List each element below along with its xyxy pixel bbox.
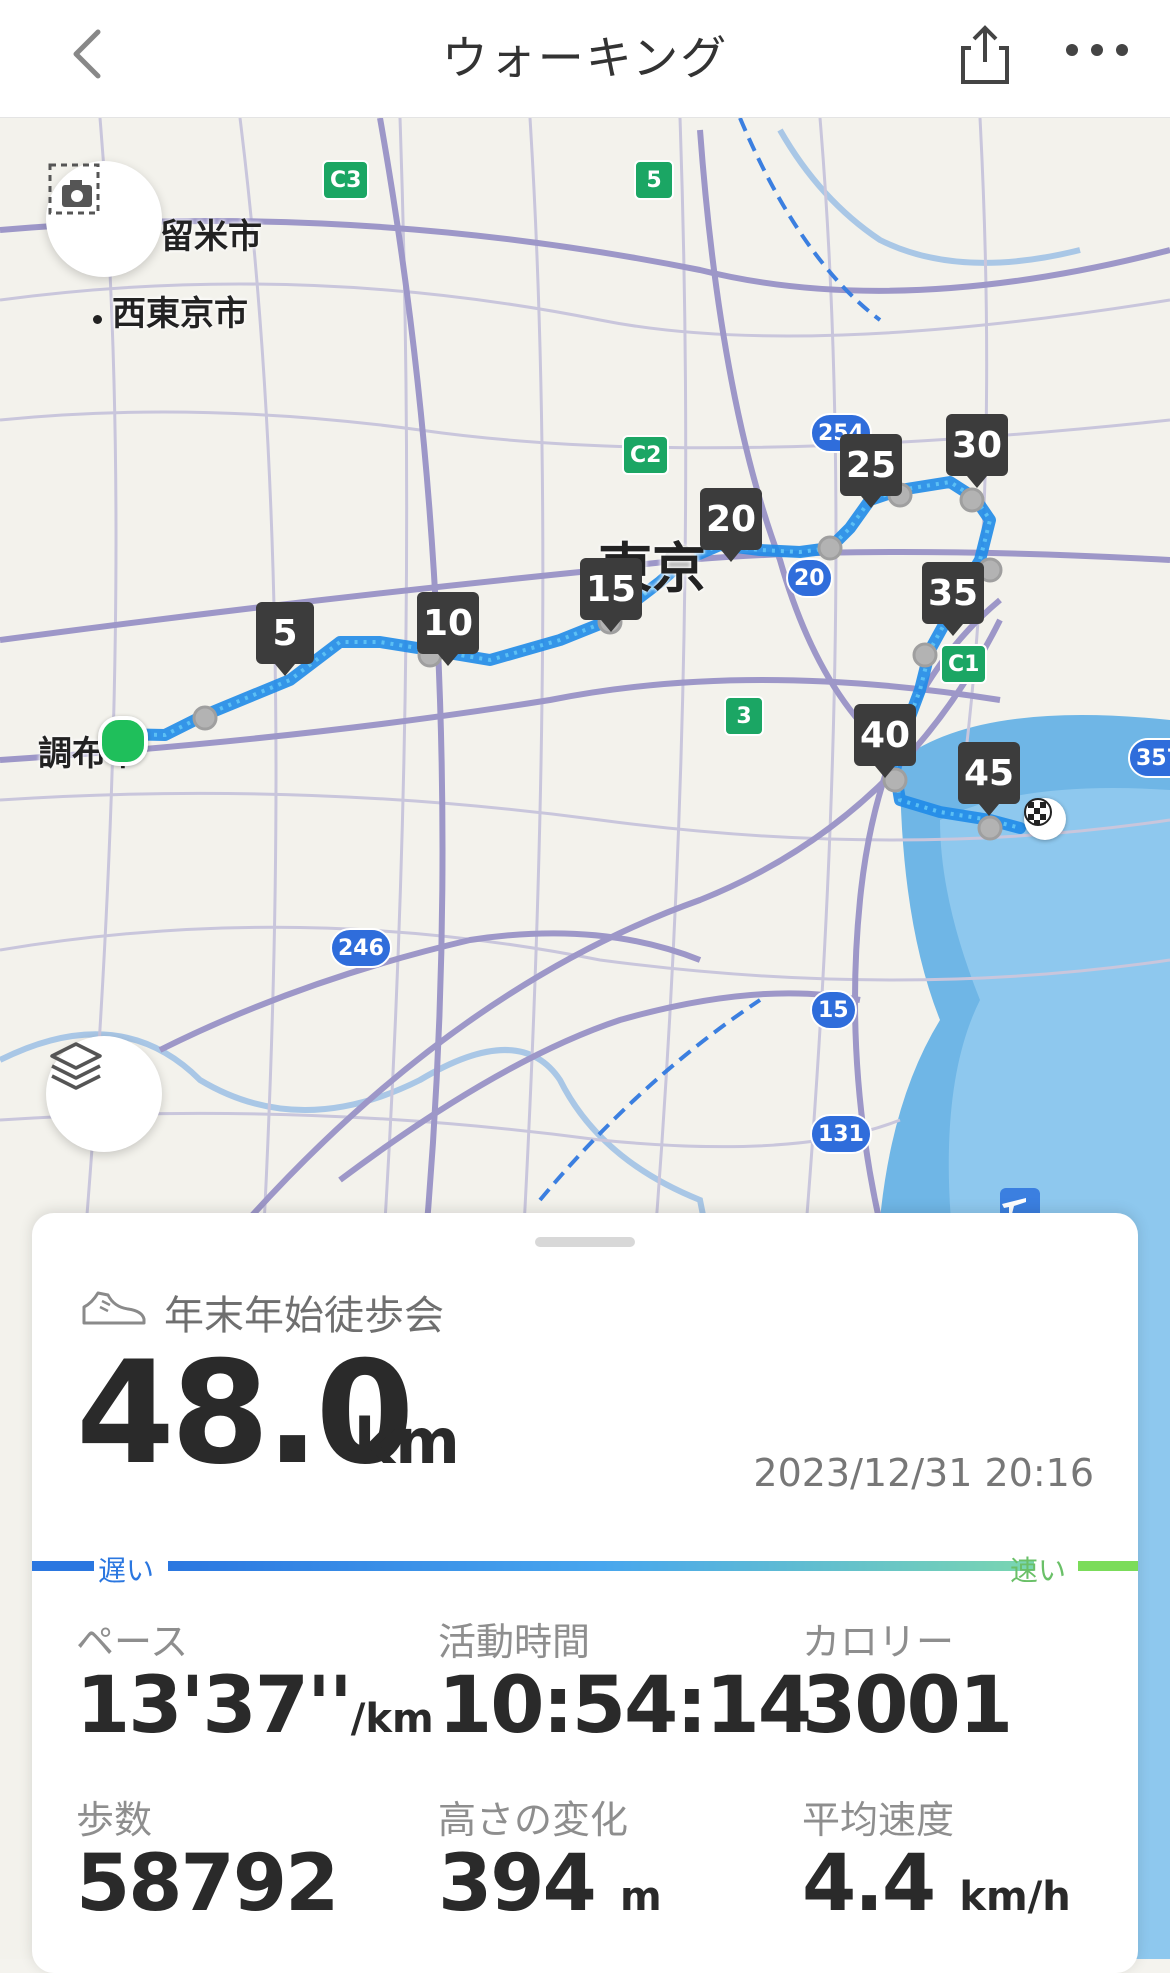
- elevation-value: 394: [438, 1839, 597, 1929]
- road-badge: 3: [724, 696, 764, 736]
- road-badge: 5: [634, 160, 674, 200]
- stat-label: 歩数: [76, 1798, 153, 1842]
- finish-marker[interactable]: [1024, 798, 1066, 840]
- place-label-nishitokyo: 西東京市: [112, 294, 248, 334]
- stat-pace: ペース 13'37''/km: [76, 1611, 434, 1748]
- road-badge: 357: [1128, 738, 1170, 778]
- stat-value: 4.4 km/h: [802, 1843, 1071, 1926]
- screenshot-button[interactable]: [46, 161, 162, 277]
- activity-summary-sheet[interactable]: 年末年始徒歩会 48.0 km 2023/12/31 20:16 遅い 速い ペ…: [32, 1213, 1138, 1973]
- avg-speed-unit: km/h: [959, 1874, 1071, 1920]
- activity-datetime: 2023/12/31 20:16: [753, 1451, 1094, 1495]
- map-layers-button[interactable]: [46, 1036, 162, 1152]
- sheet-drag-handle[interactable]: [535, 1237, 635, 1247]
- road-badge: 246: [330, 928, 392, 968]
- pace-legend-fast-label: 速い: [1010, 1554, 1067, 1587]
- stat-elevation: 高さの変化 394 m: [438, 1789, 662, 1926]
- distance-unit: km: [354, 1405, 460, 1478]
- km-marker-flag[interactable]: 10: [417, 592, 480, 666]
- km-marker-pointer: [275, 664, 295, 676]
- km-marker-flag[interactable]: 15: [580, 558, 643, 632]
- stat-label: 活動時間: [438, 1620, 591, 1664]
- stat-label: ペース: [76, 1620, 189, 1664]
- avg-speed-value: 4.4: [802, 1839, 936, 1929]
- start-marker[interactable]: [98, 716, 148, 766]
- shoe-icon: [82, 1291, 146, 1325]
- km-marker-pointer: [943, 624, 964, 636]
- layers-icon: [50, 1042, 102, 1090]
- km-marker-pointer: [861, 496, 882, 508]
- km-marker-pointer: [438, 654, 459, 666]
- camera-icon: [48, 163, 100, 215]
- km-marker-pointer: [979, 804, 1000, 816]
- stat-value: 10:54:14: [438, 1661, 812, 1751]
- stat-value: 394 m: [438, 1843, 662, 1926]
- km-marker-pointer: [875, 766, 896, 778]
- stat-calories: カロリー 3001: [802, 1611, 1013, 1751]
- road-badge: C2: [622, 435, 670, 475]
- km-marker-flag[interactable]: 20: [700, 488, 763, 562]
- stat-steps: 歩数 58792: [76, 1789, 339, 1929]
- stat-label: 高さの変化: [438, 1798, 629, 1842]
- stat-value: 3001: [802, 1661, 1013, 1751]
- km-marker-flag[interactable]: 30: [946, 414, 1009, 488]
- pace-legend-slow-bar: [32, 1561, 94, 1571]
- top-bar: ウォーキング: [0, 0, 1170, 118]
- stat-value: 13'37''/km: [76, 1665, 434, 1748]
- pace-gradient-bar: [168, 1561, 1034, 1571]
- road-badge: C3: [322, 160, 370, 200]
- km-marker-flag[interactable]: 35: [922, 562, 985, 636]
- place-dot: [93, 315, 102, 324]
- stat-label: カロリー: [802, 1620, 955, 1664]
- road-badge: 15: [810, 990, 857, 1030]
- pace-legend-fast-bar: [1078, 1561, 1138, 1571]
- km-marker-pointer: [721, 550, 742, 562]
- km-marker-pointer: [967, 476, 988, 488]
- pace-value: 13'37'': [76, 1661, 353, 1751]
- checkered-flag-icon: [1024, 798, 1052, 826]
- share-icon[interactable]: [955, 22, 1015, 86]
- stat-duration: 活動時間 10:54:14: [438, 1611, 812, 1751]
- road-badge: 131: [810, 1114, 872, 1154]
- stat-label: 平均速度: [802, 1798, 955, 1842]
- km-marker-flag[interactable]: 45: [958, 742, 1021, 816]
- pace-legend-slow-label: 遅い: [98, 1554, 155, 1587]
- more-options-icon[interactable]: [1062, 30, 1132, 70]
- pace-unit: /km: [350, 1696, 434, 1742]
- road-badge: 20: [786, 558, 833, 598]
- pace-legend: 遅い 速い: [32, 1549, 1138, 1587]
- stat-value: 58792: [76, 1839, 339, 1929]
- place-label-kurume: 留米市: [160, 217, 262, 257]
- km-marker-flag[interactable]: 40: [854, 704, 917, 778]
- km-marker-flag[interactable]: 25: [840, 434, 903, 508]
- km-marker-pointer: [601, 620, 622, 632]
- road-badge: C1: [940, 644, 988, 684]
- stat-avg-speed: 平均速度 4.4 km/h: [802, 1789, 1071, 1926]
- elevation-unit: m: [619, 1874, 662, 1920]
- km-marker-flag[interactable]: 5: [256, 602, 314, 676]
